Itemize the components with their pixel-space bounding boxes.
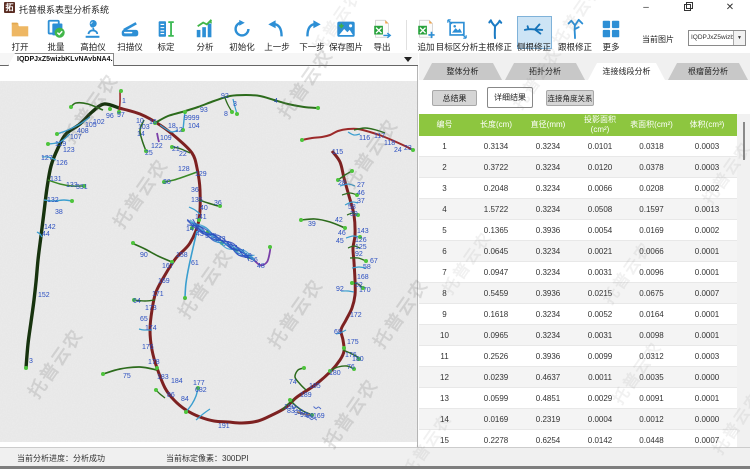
svg-text:682: 682 — [195, 387, 207, 394]
svg-text:9999: 9999 — [184, 115, 200, 122]
svg-text:25: 25 — [145, 150, 153, 157]
svg-text:116: 116 — [359, 135, 370, 142]
svg-text:122: 122 — [151, 143, 163, 150]
svg-text:173: 173 — [145, 305, 157, 312]
svg-text:68: 68 — [334, 329, 342, 336]
svg-text:30: 30 — [163, 179, 171, 186]
svg-text:141: 141 — [195, 214, 207, 221]
svg-text:180: 180 — [352, 356, 364, 363]
svg-text:14: 14 — [137, 131, 145, 138]
svg-text:74: 74 — [289, 379, 297, 386]
svg-text:184: 184 — [171, 378, 183, 385]
svg-text:93: 93 — [200, 107, 208, 114]
svg-text:45: 45 — [336, 238, 344, 245]
svg-text:24: 24 — [394, 147, 402, 154]
svg-text:152: 152 — [38, 292, 50, 299]
svg-text:58: 58 — [363, 264, 371, 271]
svg-text:175: 175 — [347, 339, 359, 346]
svg-text:171: 171 — [152, 291, 164, 298]
svg-text:132: 132 — [47, 197, 59, 204]
svg-text:37: 37 — [357, 198, 365, 205]
svg-text:142: 142 — [44, 224, 56, 231]
svg-text:183: 183 — [157, 374, 169, 381]
svg-text:127: 127 — [41, 155, 53, 162]
svg-text:178: 178 — [148, 359, 160, 366]
svg-text:92: 92 — [355, 251, 363, 258]
svg-text:27: 27 — [357, 182, 365, 189]
svg-text:185: 185 — [309, 383, 321, 390]
svg-text:126: 126 — [355, 237, 367, 244]
svg-text:158: 158 — [176, 252, 188, 259]
svg-text:128: 128 — [178, 166, 190, 173]
svg-text:126: 126 — [56, 160, 68, 167]
svg-text:14: 14 — [186, 226, 194, 233]
svg-text:67: 67 — [370, 258, 378, 265]
svg-text:167: 167 — [162, 263, 174, 270]
svg-text:39: 39 — [308, 221, 316, 228]
svg-text:16: 16 — [149, 119, 157, 126]
svg-text:36: 36 — [214, 200, 222, 207]
svg-text:170: 170 — [359, 287, 371, 294]
svg-text:36: 36 — [191, 187, 199, 194]
svg-text:331: 331 — [76, 184, 88, 191]
svg-text:123: 123 — [63, 147, 75, 154]
svg-text:168: 168 — [357, 274, 369, 281]
svg-text:118: 118 — [384, 140, 395, 147]
svg-text:92: 92 — [221, 93, 229, 100]
svg-text:61: 61 — [191, 260, 199, 267]
svg-text:64: 64 — [133, 298, 141, 305]
svg-text:169: 169 — [158, 278, 170, 285]
svg-text:90: 90 — [140, 252, 148, 259]
svg-text:176: 176 — [142, 344, 154, 351]
svg-text:180: 180 — [329, 370, 341, 377]
svg-text:92: 92 — [336, 286, 344, 293]
svg-text:107: 107 — [70, 134, 82, 141]
svg-text:177: 177 — [193, 380, 205, 387]
svg-text:143: 143 — [357, 228, 369, 235]
svg-text:104: 104 — [188, 123, 200, 130]
svg-text:125: 125 — [355, 244, 367, 251]
svg-text:3: 3 — [233, 101, 237, 108]
svg-text:103: 103 — [138, 124, 150, 131]
svg-text:1: 1 — [122, 98, 126, 105]
svg-text:135: 135 — [191, 197, 203, 204]
svg-text:39: 39 — [350, 211, 358, 218]
svg-text:174: 174 — [145, 325, 157, 332]
svg-text:109: 109 — [160, 135, 172, 142]
svg-text:65: 65 — [140, 316, 148, 323]
svg-text:48: 48 — [257, 263, 265, 270]
svg-text:12: 12 — [175, 127, 183, 134]
svg-text:44: 44 — [42, 231, 50, 238]
svg-text:46: 46 — [338, 230, 346, 237]
svg-text:96: 96 — [106, 113, 114, 120]
svg-text:4: 4 — [274, 98, 278, 105]
svg-text:97: 97 — [117, 112, 125, 119]
svg-text:131: 131 — [50, 176, 62, 183]
svg-text:172: 172 — [350, 312, 362, 319]
svg-text:23: 23 — [404, 145, 412, 152]
svg-text:86: 86 — [167, 392, 175, 399]
svg-text:38: 38 — [55, 209, 63, 216]
svg-text:8: 8 — [224, 111, 228, 118]
svg-text:84: 84 — [181, 396, 189, 403]
svg-text:75: 75 — [123, 373, 131, 380]
svg-text:115: 115 — [332, 149, 343, 156]
svg-text:3: 3 — [29, 358, 33, 365]
svg-text:22: 22 — [179, 151, 187, 158]
svg-text:129: 129 — [195, 171, 207, 178]
svg-text:117: 117 — [374, 133, 385, 140]
svg-text:58: 58 — [348, 204, 356, 211]
svg-text:76: 76 — [347, 364, 355, 371]
svg-text:28: 28 — [338, 180, 346, 187]
svg-text:40: 40 — [200, 205, 208, 212]
svg-text:191: 191 — [218, 423, 230, 430]
svg-text:46: 46 — [357, 190, 365, 197]
svg-text:42: 42 — [335, 217, 343, 224]
svg-text:189: 189 — [300, 392, 312, 399]
